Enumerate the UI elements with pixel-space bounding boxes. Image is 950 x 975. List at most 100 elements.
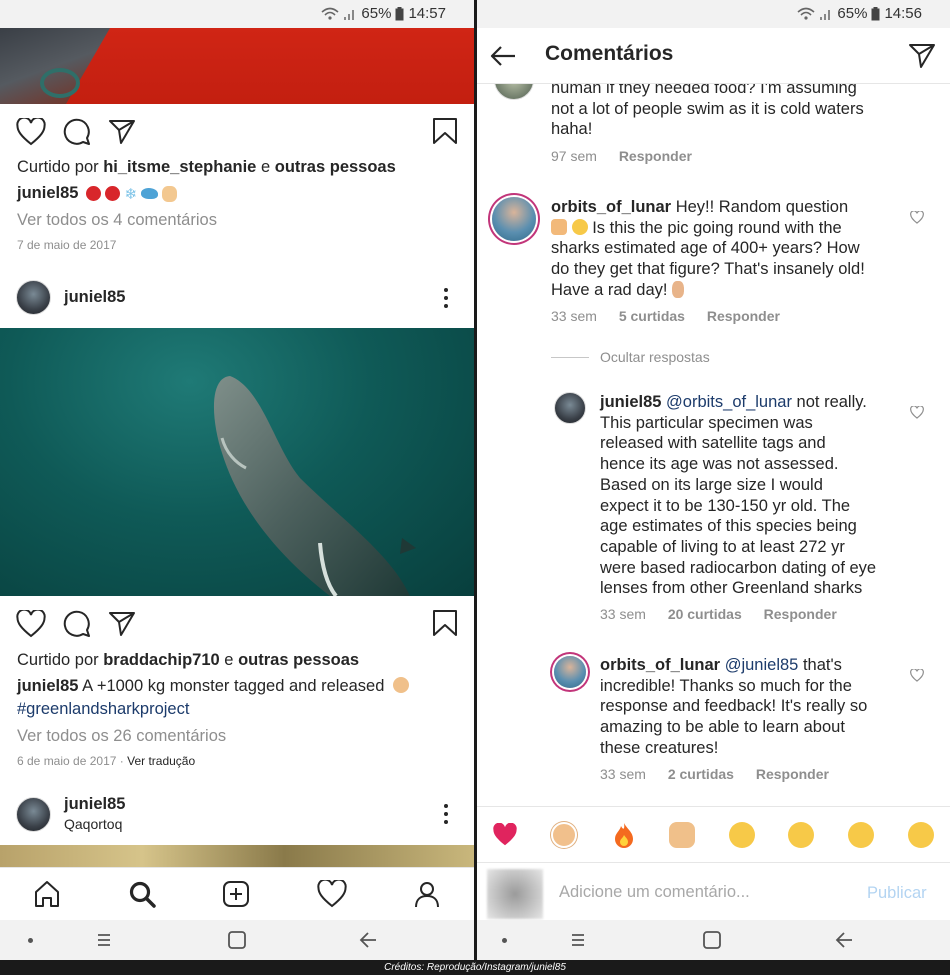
raising-hands-emoji[interactable] [551,822,577,848]
battery-percent: 65% [361,5,392,22]
comment-username[interactable]: juniel85 [600,393,661,411]
likes-count[interactable]: 2 curtidas [668,766,734,782]
shark-post-image[interactable] [0,328,474,596]
comment-username[interactable]: orbits_of_lunar [551,198,671,216]
surprised-face-emoji[interactable] [848,822,874,848]
recents-icon[interactable] [94,930,114,950]
activity-heart-icon[interactable] [317,880,347,908]
emoji [551,218,567,235]
comment-input[interactable]: Adicione um comentário... [559,883,750,902]
clapping-hands-emoji[interactable] [669,822,695,848]
wifi-icon [321,7,339,21]
dot-icon[interactable] [502,938,507,943]
share-send-icon[interactable] [108,610,136,638]
caption-username[interactable]: juniel85 [17,677,78,695]
comment-age: 33 sem [600,606,646,622]
view-all-comments-link[interactable]: Ver todos os 4 comentários [17,211,217,230]
comment-meta: 33 sem 2 curtidas Responder [600,766,829,782]
post-image[interactable] [0,845,474,867]
home-button-icon[interactable] [227,930,247,950]
more-options-icon[interactable] [440,287,452,309]
dot-icon[interactable] [28,938,33,943]
reply-button[interactable]: Responder [619,148,692,164]
comment-text: juniel85 @orbits_of_lunar not really. Th… [600,393,877,598]
post-image[interactable] [0,28,474,104]
reply-button[interactable]: Responder [764,606,837,622]
liked-by-text: Curtido por braddachip710 e outras pesso… [17,651,360,669]
translate-link[interactable]: Ver tradução [127,754,195,768]
person-emoji [393,677,409,693]
more-options-icon[interactable] [440,803,452,825]
red-circle-emoji [86,186,102,201]
reply-button[interactable]: Responder [756,766,829,782]
comment-bubble-icon[interactable] [63,118,91,146]
avatar[interactable] [16,280,51,315]
like-comment-heart-icon[interactable] [910,669,924,682]
laughing-face-emoji[interactable] [908,822,934,848]
back-button-icon[interactable] [834,930,856,950]
mention-link[interactable]: @juniel85 [725,656,799,674]
hashtag-link[interactable]: #greenlandsharkproject [17,700,189,719]
home-icon[interactable] [33,880,61,908]
liked-others-link[interactable]: outras pessoas [275,158,396,176]
bookmark-icon[interactable] [432,117,458,145]
like-comment-heart-icon[interactable] [910,211,924,224]
wifi-icon [797,7,815,21]
user-avatar [487,869,543,919]
back-arrow-icon[interactable] [489,44,517,68]
share-send-icon[interactable] [108,118,136,146]
crying-face-emoji[interactable] [729,822,755,848]
post-username[interactable]: juniel85 [64,795,125,814]
profile-icon[interactable] [413,880,441,908]
avatar[interactable] [492,197,536,241]
comments-screen: 65% 14:56 human if they needed food? I'm… [477,0,950,960]
liked-others-link[interactable]: outras pessoas [238,651,359,669]
avatar[interactable] [554,392,586,424]
home-button-icon[interactable] [702,930,722,950]
clock: 14:57 [408,5,446,22]
comment-age: 33 sem [600,766,646,782]
page-title: Comentários [545,42,674,65]
fire-emoji[interactable] [613,821,635,849]
caption-text: A +1000 kg monster tagged and released [82,677,385,695]
new-post-icon[interactable] [222,880,250,908]
post-location[interactable]: Qaqortoq [64,816,122,832]
hide-replies-link[interactable]: Ocultar respostas [600,349,710,365]
system-navigation [0,920,474,960]
avatar[interactable] [554,656,586,688]
liked-by-user[interactable]: braddachip710 [103,651,219,669]
like-comment-heart-icon[interactable] [910,406,924,419]
comment-text: human if they needed food? I'm assuming … [551,79,864,139]
search-icon[interactable] [128,880,156,908]
snowflake-emoji: ❄ [124,185,138,203]
caption-username[interactable]: juniel85 [17,184,78,203]
comments-header: Comentários [477,28,950,84]
comment-age: 97 sem [551,148,597,164]
reply-button[interactable]: Responder [707,308,780,324]
recents-icon[interactable] [568,930,588,950]
post-username[interactable]: juniel85 [64,288,125,307]
red-heart-emoji[interactable] [491,823,519,847]
avatar[interactable] [16,797,51,832]
comment-username[interactable]: orbits_of_lunar [600,656,720,674]
likes-count[interactable]: 5 curtidas [619,308,685,324]
like-heart-icon[interactable] [16,610,46,638]
clock: 14:56 [884,5,922,22]
liked-by-text: Curtido por hi_itsme_stephanie e outras … [17,158,396,176]
mention-link[interactable]: @orbits_of_lunar [666,393,792,411]
ok-hand-emoji [162,185,178,202]
liked-by-user[interactable]: hi_itsme_stephanie [103,158,256,176]
share-send-icon[interactable] [908,42,936,70]
comment-bubble-icon[interactable] [63,610,91,638]
like-heart-icon[interactable] [16,118,46,146]
comment-meta: 33 sem 20 curtidas Responder [600,606,837,622]
back-button-icon[interactable] [358,930,380,950]
bookmark-icon[interactable] [432,609,458,637]
status-bar: 65% 14:57 [0,0,474,28]
heart-eyes-emoji[interactable] [788,822,814,848]
bottom-navigation [0,867,474,919]
publish-button[interactable]: Publicar [867,884,927,903]
likes-count[interactable]: 20 curtidas [668,606,742,622]
view-all-comments-link[interactable]: Ver todos os 26 comentários [17,727,226,746]
comment-composer: Adicione um comentário... Publicar [477,862,950,920]
